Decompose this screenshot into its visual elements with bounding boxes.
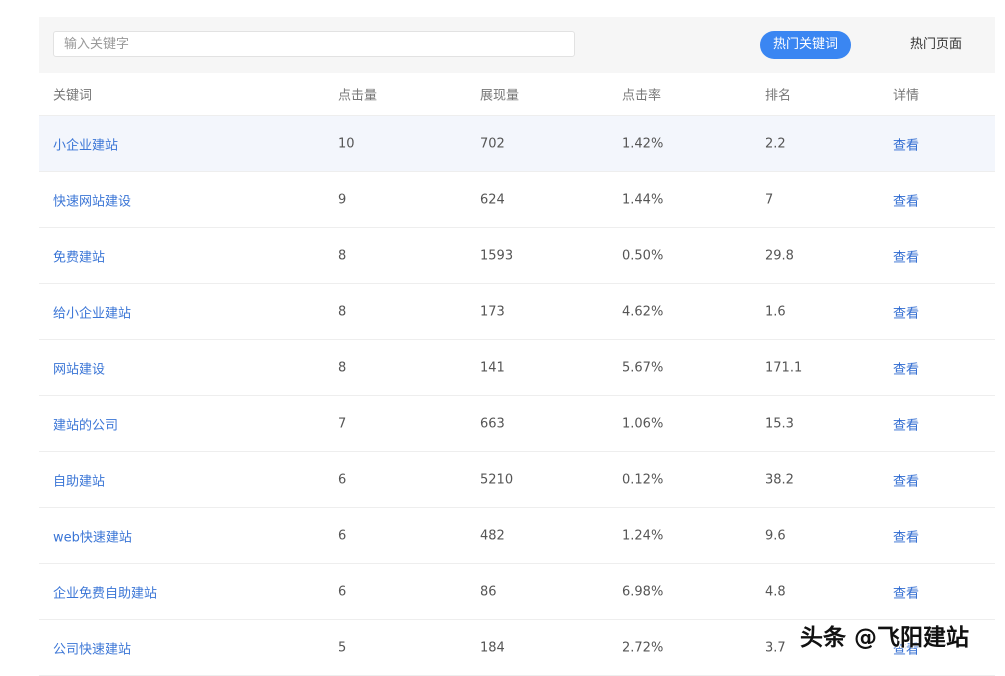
rank-value: 1.6 (765, 304, 786, 319)
impressions-value: 624 (480, 192, 505, 207)
rank-value: 7 (765, 192, 774, 207)
ctr-value: 2.72% (622, 640, 664, 655)
table-row: 建站的公司 7 663 1.06% 15.3 查看 (39, 396, 995, 452)
impressions-value: 141 (480, 360, 505, 375)
view-detail-link[interactable]: 查看 (893, 582, 919, 601)
keyword-link[interactable]: 公司快速建站 (53, 638, 131, 657)
view-detail-link[interactable]: 查看 (893, 302, 919, 321)
column-header-ctr: 点击率 (622, 88, 662, 104)
view-detail-link[interactable]: 查看 (893, 358, 919, 377)
ctr-value: 4.62% (622, 304, 664, 319)
keyword-link[interactable]: 自助建站 (53, 470, 105, 489)
ctr-value: 1.06% (622, 416, 664, 431)
view-detail-link[interactable]: 查看 (893, 134, 919, 153)
keyword-link[interactable]: web快速建站 (53, 526, 132, 545)
table-row: web快速建站 6 482 1.24% 9.6 查看 (39, 508, 995, 564)
view-detail-link[interactable]: 查看 (893, 414, 919, 433)
table-row: 免费建站 8 1593 0.50% 29.8 查看 (39, 228, 995, 284)
table-row: 快速网站建设 9 624 1.44% 7 查看 (39, 172, 995, 228)
ctr-value: 6.98% (622, 584, 664, 599)
watermark: 头条 @飞阳建站 (800, 625, 970, 651)
impressions-value: 173 (480, 304, 505, 319)
rank-value: 9.6 (765, 528, 786, 543)
rank-value: 29.8 (765, 248, 794, 263)
impressions-value: 663 (480, 416, 505, 431)
keyword-link[interactable]: 小企业建站 (53, 134, 118, 153)
table-header: 关键词 点击量 展现量 点击率 排名 详情 (39, 73, 995, 116)
keyword-link[interactable]: 给小企业建站 (53, 302, 131, 321)
rank-value: 171.1 (765, 360, 803, 375)
ctr-value: 5.67% (622, 360, 664, 375)
impressions-value: 702 (480, 136, 505, 151)
clicks-value: 6 (338, 528, 347, 543)
table-body: 小企业建站 10 702 1.42% 2.2 查看 快速网站建设 9 624 1.44% 7 查看 免费… (39, 116, 995, 676)
keyword-link[interactable]: 免费建站 (53, 246, 105, 265)
keyword-link[interactable]: 快速网站建设 (53, 190, 131, 209)
column-header-detail: 详情 (893, 88, 920, 104)
clicks-value: 8 (338, 304, 347, 319)
column-header-clicks: 点击量 (338, 88, 378, 104)
view-detail-link[interactable]: 查看 (893, 190, 919, 209)
table-row: 给小企业建站 8 173 4.62% 1.6 查看 (39, 284, 995, 340)
impressions-value: 1593 (480, 248, 514, 263)
clicks-value: 10 (338, 136, 355, 151)
column-header-keyword: 关键词 (53, 88, 93, 104)
impressions-value: 184 (480, 640, 505, 655)
table-row: 企业免费自助建站 6 86 6.98% 4.8 查看 (39, 564, 995, 620)
ctr-value: 1.24% (622, 528, 664, 543)
ctr-value: 0.12% (622, 472, 664, 487)
table-row: 自助建站 6 5210 0.12% 38.2 查看 (39, 452, 995, 508)
rank-value: 38.2 (765, 472, 794, 487)
ctr-value: 1.44% (622, 192, 664, 207)
keyword-search-input[interactable] (53, 31, 575, 57)
rank-value: 3.7 (765, 640, 786, 655)
keyword-panel: 热门关键词 热门页面 关键词 点击量 展现量 点击率 排名 详情 小企业建站 10… (39, 17, 995, 676)
ctr-value: 1.42% (622, 136, 664, 151)
keyword-link[interactable]: 建站的公司 (53, 414, 118, 433)
clicks-value: 7 (338, 416, 347, 431)
clicks-value: 8 (338, 360, 347, 375)
clicks-value: 6 (338, 584, 347, 599)
impressions-value: 5210 (480, 472, 514, 487)
tab-hot-keywords[interactable]: 热门关键词 (760, 31, 852, 59)
view-detail-link[interactable]: 查看 (893, 526, 919, 545)
view-detail-link[interactable]: 查看 (893, 246, 919, 265)
rank-value: 2.2 (765, 136, 786, 151)
impressions-value: 86 (480, 584, 497, 599)
view-detail-link[interactable]: 查看 (893, 470, 919, 489)
rank-value: 4.8 (765, 584, 786, 599)
keyword-link[interactable]: 网站建设 (53, 358, 105, 377)
keyword-link[interactable]: 企业免费自助建站 (53, 582, 157, 601)
column-header-rank: 排名 (765, 88, 792, 104)
ctr-value: 0.50% (622, 248, 664, 263)
tab-hot-pages[interactable]: 热门页面 (897, 31, 975, 59)
table-row: 小企业建站 10 702 1.42% 2.2 查看 (39, 116, 995, 172)
rank-value: 15.3 (765, 416, 794, 431)
clicks-value: 6 (338, 472, 347, 487)
column-header-impressions: 展现量 (480, 88, 520, 104)
table-row: 网站建设 8 141 5.67% 171.1 查看 (39, 340, 995, 396)
clicks-value: 8 (338, 248, 347, 263)
impressions-value: 482 (480, 528, 505, 543)
clicks-value: 5 (338, 640, 347, 655)
toolbar: 热门关键词 热门页面 (39, 17, 995, 73)
clicks-value: 9 (338, 192, 347, 207)
